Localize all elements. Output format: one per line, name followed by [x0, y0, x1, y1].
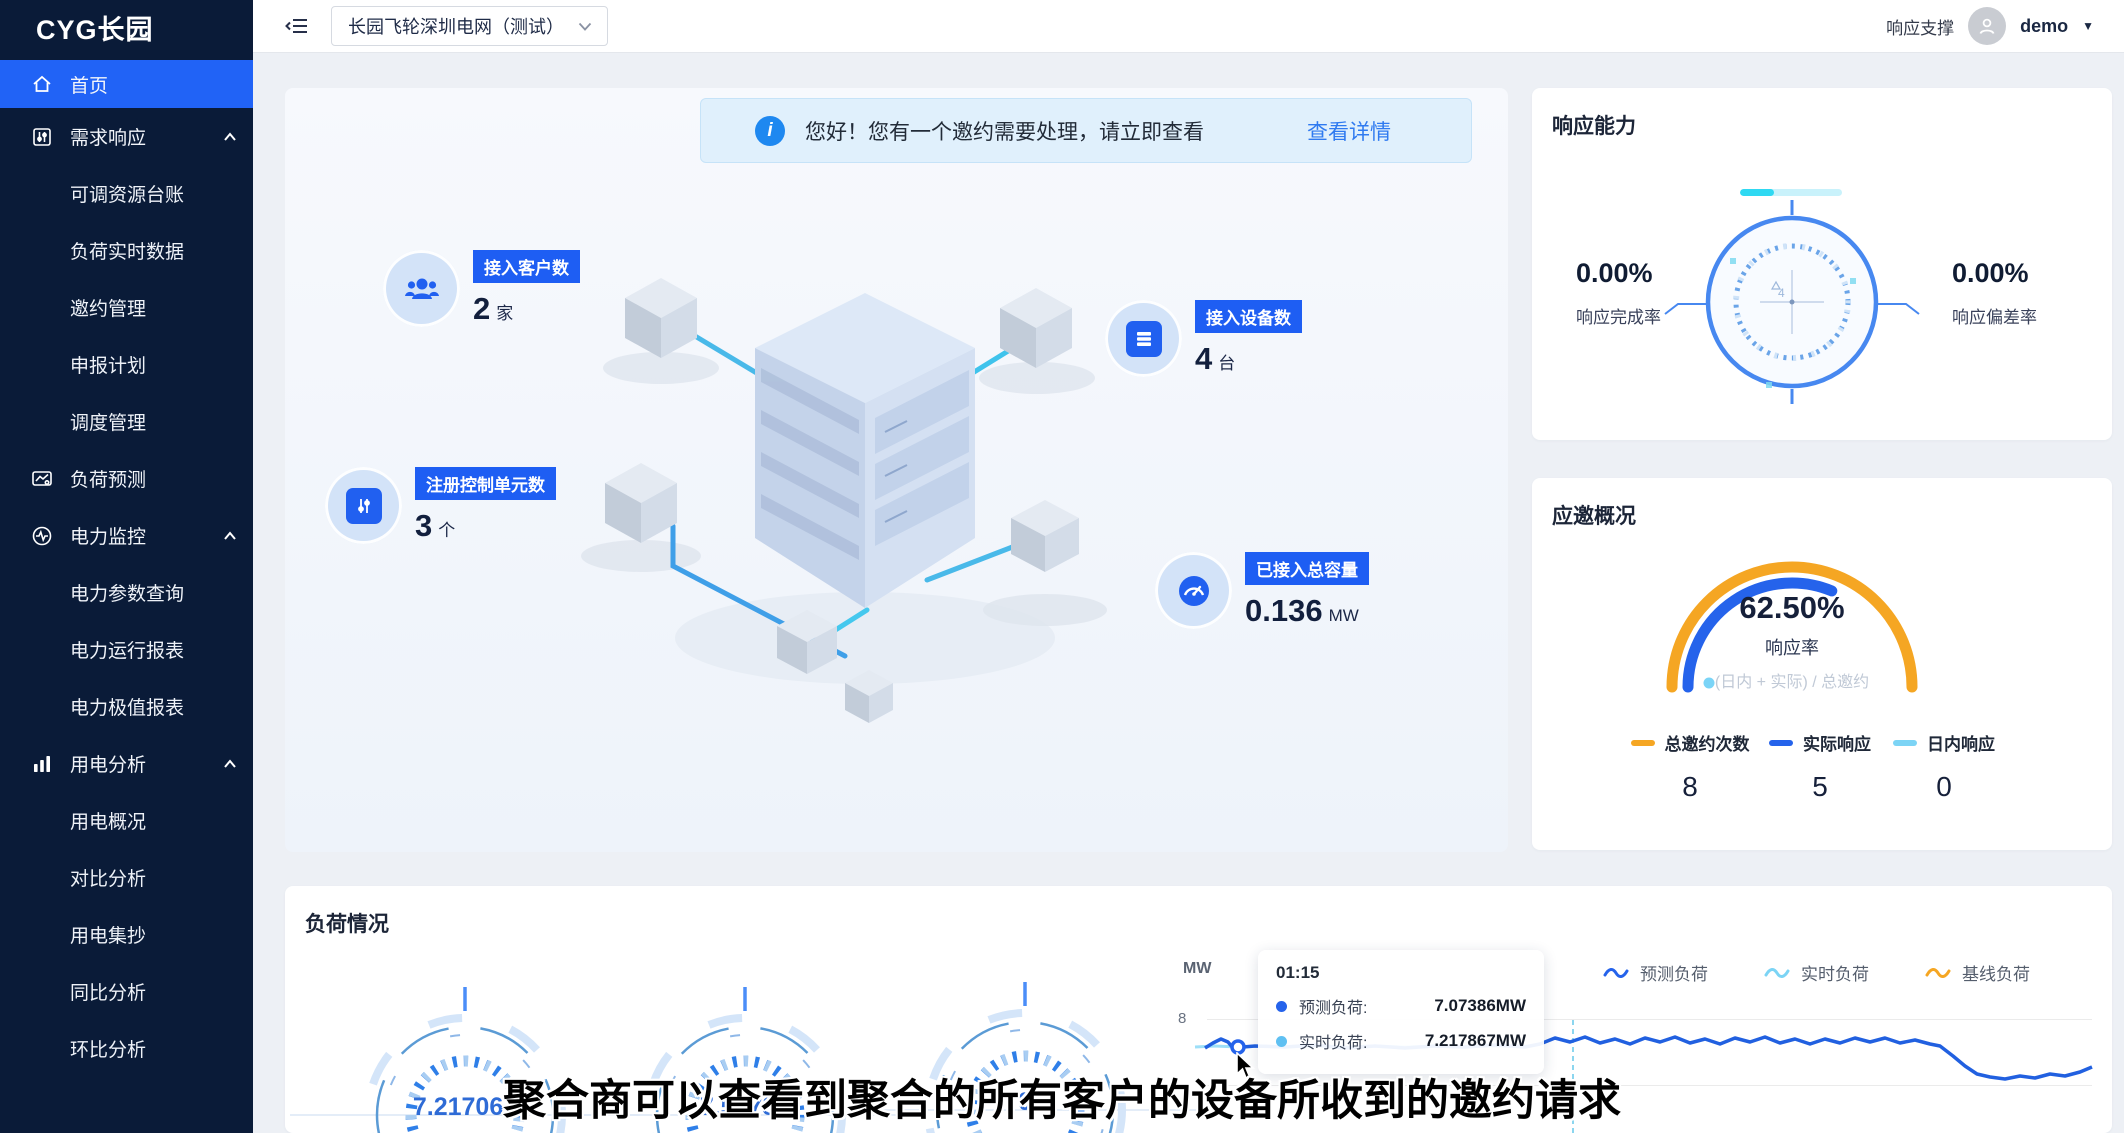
sidebar-item-invitation-management[interactable]: 邀约管理 — [0, 279, 253, 336]
sidebar-item-power-extreme-report[interactable]: 电力极值报表 — [0, 678, 253, 735]
sidebar-item-meter-reading[interactable]: 用电集抄 — [0, 906, 253, 963]
chevron-up-icon — [223, 531, 237, 541]
legend-intraday-response: 日内响应 0 — [1874, 730, 2014, 803]
electricity-analysis-icon — [30, 752, 54, 776]
person-icon — [1976, 15, 1998, 37]
tooltip-row-realtime: 实时负荷: 7.217867MW — [1276, 1029, 1526, 1053]
sidebar-item-label: 用电分析 — [70, 750, 146, 777]
legend-total-invitations: 总邀约次数 8 — [1620, 730, 1760, 803]
response-completion-stat: 0.00% 响应完成率 — [1576, 258, 1726, 328]
sidebar-item-yoy-analysis[interactable]: 同比分析 — [0, 963, 253, 1020]
sidebar-item-dispatch-management[interactable]: 调度管理 — [0, 393, 253, 450]
response-capability-card: 响应能力 4 0.00% 响应完成率 0.00% 响应偏差率 — [1532, 88, 2112, 440]
control-units-icon — [325, 467, 402, 544]
stat-connected-customers: 接入客户数 2家 — [383, 250, 580, 327]
sidebar-item-adjustable-resources[interactable]: 可调资源台账 — [0, 165, 253, 222]
stat-label-badge: 接入设备数 — [1195, 300, 1302, 333]
sidebar-item-label: 负荷预测 — [70, 465, 146, 492]
response-rate-value: 62.50% — [1692, 590, 1892, 626]
sidebar-item-realtime-load[interactable]: 负荷实时数据 — [0, 222, 253, 279]
sidebar: CYG长园 首页 需求响应 可调资源台账 负荷实时数据 邀约管理 申报计划 调度… — [0, 0, 253, 1133]
org-selector-value: 长园飞轮深圳电网（测试） — [348, 13, 564, 39]
sidebar-item-declaration-plan[interactable]: 申报计划 — [0, 336, 253, 393]
stat-connected-devices: 接入设备数 4台 — [1105, 300, 1302, 377]
sidebar-item-label: 首页 — [70, 71, 108, 98]
legend-dash — [1631, 740, 1655, 746]
tooltip-row-forecast: 预测负荷: 7.07386MW — [1276, 994, 1526, 1018]
stat-registered-control-units: 注册控制单元数 3个 — [325, 467, 556, 544]
invitation-overview-card: 应邀概况 62.50% 响应率 (日内 + 实际) / 总邀约 总邀约次数 8 … — [1532, 478, 2112, 850]
legend-value: 5 — [1750, 771, 1890, 803]
stat-label-badge: 注册控制单元数 — [415, 467, 556, 500]
tooltip-time: 01:15 — [1276, 963, 1526, 983]
sidebar-item-demand-response[interactable]: 需求响应 — [0, 108, 253, 165]
legend-value: 8 — [1620, 771, 1760, 803]
gauge-top-bar — [1740, 189, 1842, 196]
customers-icon — [383, 250, 460, 327]
chevron-up-icon — [223, 132, 237, 142]
username[interactable]: demo — [2020, 16, 2068, 37]
sidebar-item-comparison-analysis[interactable]: 对比分析 — [0, 849, 253, 906]
legend-dash — [1769, 740, 1793, 746]
view-details-link[interactable]: 查看详情 — [1307, 116, 1391, 146]
legend-value: 0 — [1874, 771, 2014, 803]
sidebar-item-power-operation-report[interactable]: 电力运行报表 — [0, 621, 253, 678]
devices-icon — [1105, 300, 1182, 377]
notification-banner: i 您好！您有一个邀约需要处理，请立即查看 查看详情 — [700, 98, 1472, 163]
load-forecast-icon — [30, 467, 54, 491]
sidebar-item-power-parameter-query[interactable]: 电力参数查询 — [0, 564, 253, 621]
stat-total-capacity: 已接入总容量 0.136MW — [1155, 552, 1369, 629]
sidebar-item-mom-analysis[interactable]: 环比分析 — [0, 1020, 253, 1077]
stat-label-badge: 已接入总容量 — [1245, 552, 1369, 585]
sidebar-nav: 首页 需求响应 可调资源台账 负荷实时数据 邀约管理 申报计划 调度管理 负荷预… — [0, 60, 253, 1077]
capacity-gauge-icon — [1155, 552, 1232, 629]
response-support-link[interactable]: 响应支撑 — [1886, 14, 1954, 39]
sidebar-item-label: 电力监控 — [70, 522, 146, 549]
sidebar-item-power-monitoring[interactable]: 电力监控 — [0, 507, 253, 564]
sidebar-item-home[interactable]: 首页 — [0, 60, 253, 108]
sidebar-item-electricity-overview[interactable]: 用电概况 — [0, 792, 253, 849]
response-rate-formula: (日内 + 实际) / 总邀约 — [1642, 668, 1942, 692]
sidebar-item-load-forecast[interactable]: 负荷预测 — [0, 450, 253, 507]
chevron-down-icon — [578, 22, 592, 31]
overview-panel: i 您好！您有一个邀约需要处理，请立即查看 查看详情 — [285, 88, 1508, 852]
user-menu-caret-icon[interactable]: ▼ — [2082, 19, 2094, 33]
legend-actual-response: 实际响应 5 — [1750, 730, 1890, 803]
chart-tooltip: 01:15 预测负荷: 7.07386MW 实时负荷: 7.217867MW — [1258, 950, 1544, 1074]
user-avatar[interactable] — [1968, 7, 2006, 45]
chevron-up-icon — [223, 759, 237, 769]
home-icon — [30, 72, 54, 96]
power-monitoring-icon — [30, 524, 54, 548]
sidebar-item-label: 需求响应 — [70, 123, 146, 150]
org-selector-dropdown[interactable]: 长园飞轮深圳电网（测试） — [331, 6, 608, 46]
demand-response-icon — [30, 125, 54, 149]
response-rate-label: 响应率 — [1692, 634, 1892, 660]
app-screen: CYG长园 首页 需求响应 可调资源台账 负荷实时数据 邀约管理 申报计划 调度… — [0, 0, 2124, 1133]
response-deviation-stat: 0.00% 响应偏差率 — [1952, 258, 2102, 328]
app-logo: CYG长园 — [0, 0, 253, 54]
sidebar-item-electricity-analysis[interactable]: 用电分析 — [0, 735, 253, 792]
info-icon: i — [755, 116, 785, 146]
forecast-dot-icon — [1276, 1001, 1287, 1012]
server-cluster-illustration — [545, 218, 1165, 758]
topbar-right: 响应支撑 demo ▼ — [1886, 7, 2124, 45]
stat-label-badge: 接入客户数 — [473, 250, 580, 283]
legend-dash — [1893, 740, 1917, 746]
video-caption: 聚合商可以查看到聚合的所有客户的设备所收到的邀约请求 — [503, 1066, 1621, 1128]
topbar: 长园飞轮深圳电网（测试） 响应支撑 demo ▼ — [253, 0, 2124, 53]
sidebar-collapse-icon[interactable] — [285, 15, 309, 37]
realtime-dot-icon — [1276, 1036, 1287, 1047]
banner-message: 您好！您有一个邀约需要处理，请立即查看 — [805, 116, 1204, 146]
